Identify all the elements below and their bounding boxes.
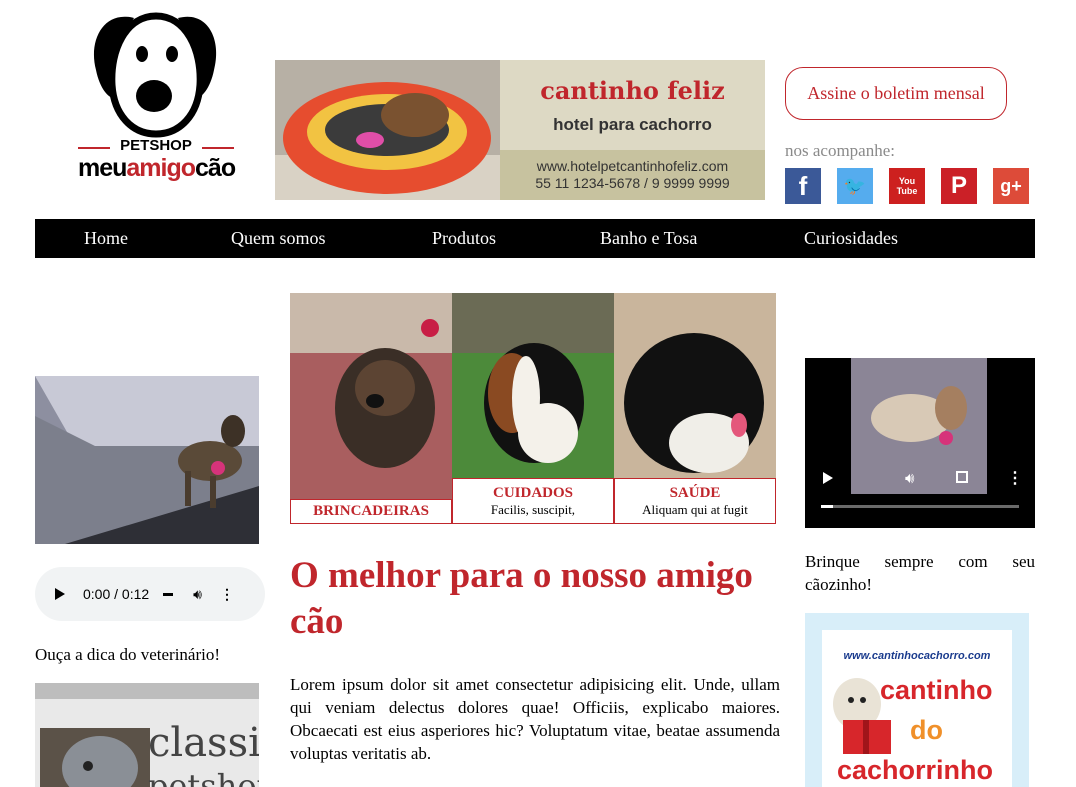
video-caption: Brinque sempre com seu cãozinho! bbox=[805, 552, 1035, 594]
dog-playing-photo bbox=[35, 376, 259, 544]
play-icon[interactable] bbox=[55, 588, 65, 600]
logo-brand-part3: cão bbox=[195, 154, 236, 182]
petshop-logo[interactable]: PETSHOP meuamigocão bbox=[76, 10, 236, 205]
video-progress-fill bbox=[821, 505, 833, 508]
pinterest-icon[interactable]: P bbox=[941, 168, 977, 204]
nav-item-curiosidades[interactable]: Curiosidades bbox=[804, 219, 898, 258]
card-cuidados[interactable]: CUIDADOS Facilis, suscipit, bbox=[452, 293, 614, 524]
twitter-icon[interactable]: 🐦 bbox=[837, 168, 873, 204]
banner-title: cantinho feliz bbox=[540, 76, 725, 105]
classic-ad-title: classic bbox=[148, 720, 259, 766]
social-links: f 🐦 You Tube P g+ bbox=[785, 168, 1029, 204]
card-snippet: Aliquam qui at fugit bbox=[642, 502, 748, 517]
logo-brand-part2: amigo bbox=[126, 154, 196, 182]
nav-item-banho-e-tosa[interactable]: Banho e Tosa bbox=[600, 219, 697, 258]
classic-ad-subtitle: petshop bbox=[148, 767, 259, 787]
ad-line1: cantinho bbox=[880, 675, 993, 705]
card-title: SAÚDE bbox=[669, 485, 721, 501]
banner-url: www.hotelpetcantinhofeliz.com bbox=[536, 158, 729, 174]
nav-item-home[interactable]: Home bbox=[84, 219, 128, 258]
card-brincadeiras[interactable]: BRINCADEIRAS bbox=[290, 293, 452, 524]
ad-url: www.cantinhocachorro.com bbox=[843, 650, 991, 662]
card-title: BRINCADEIRAS bbox=[313, 503, 429, 519]
card-caption: BRINCADEIRAS bbox=[290, 499, 452, 524]
video-more-options-icon[interactable]: ⋮ bbox=[1007, 468, 1023, 488]
banner-phone: 55 11 1234-5678 / 9 9999 9999 bbox=[535, 175, 730, 191]
logo-petshop-text: PETSHOP bbox=[120, 137, 192, 154]
logo-brand-part1: meu bbox=[78, 154, 127, 182]
audio-progress-bar[interactable] bbox=[163, 592, 174, 596]
newsletter-signup-button[interactable]: Assine o boletim mensal bbox=[785, 67, 1007, 120]
cantinho-cachorrinho-ad[interactable]: www.cantinhocachorro.com cantinho do cac… bbox=[805, 613, 1029, 787]
intro-paragraph: Lorem ipsum dolor sit amet consectetur a… bbox=[290, 675, 780, 763]
card-caption: SAÚDE Aliquam qui at fugit bbox=[614, 478, 776, 524]
main-navigation: Home Quem somos Produtos Banho e Tosa Cu… bbox=[35, 219, 1035, 258]
video-progress-bar[interactable] bbox=[821, 505, 1019, 508]
hotel-banner-ad[interactable]: cantinho feliz hotel para cachorro www.h… bbox=[275, 60, 765, 200]
banner-subtitle: hotel para cachorro bbox=[553, 115, 712, 134]
follow-us-label: nos acompanhe: bbox=[785, 141, 895, 160]
card-snippet: Facilis, suscipit, bbox=[490, 502, 576, 517]
more-options-icon[interactable]: ⋮ bbox=[220, 586, 234, 603]
logo-brand-text: meuamigocão bbox=[78, 154, 238, 183]
nav-item-quem-somos[interactable]: Quem somos bbox=[231, 219, 326, 258]
classic-petshop-ad[interactable]: classic petshop bbox=[35, 683, 259, 787]
audio-player: 0:00 / 0:12 🔊︎ ⋮ bbox=[35, 567, 265, 621]
card-caption: CUIDADOS Facilis, suscipit, bbox=[452, 478, 614, 524]
card-title: CUIDADOS bbox=[492, 485, 573, 501]
video-player[interactable]: 🔊︎ ⋮ bbox=[805, 358, 1035, 528]
feature-cards: BRINCADEIRAS CUIDADOS Facilis, suscipit,… bbox=[290, 293, 776, 524]
puppy-photo bbox=[290, 293, 452, 524]
audio-time: 0:00 / 0:12 bbox=[83, 586, 150, 602]
youtube-icon[interactable]: You Tube bbox=[889, 168, 925, 204]
ad-line3: cachorrinho bbox=[837, 755, 994, 785]
video-volume-icon[interactable]: 🔊︎ bbox=[905, 470, 914, 488]
facebook-icon[interactable]: f bbox=[785, 168, 821, 204]
video-play-icon[interactable] bbox=[823, 472, 833, 484]
card-saude[interactable]: SAÚDE Aliquam qui at fugit bbox=[614, 293, 776, 524]
google-plus-icon[interactable]: g+ bbox=[993, 168, 1029, 204]
volume-icon[interactable]: 🔊︎ bbox=[193, 586, 202, 603]
vet-tip-caption: Ouça a dica do veterinário! bbox=[35, 645, 221, 664]
fullscreen-icon[interactable] bbox=[956, 471, 968, 483]
page-headline: O melhor para o nosso amigo cão bbox=[290, 555, 753, 642]
dog-photo-thumb bbox=[40, 728, 150, 787]
nav-item-produtos[interactable]: Produtos bbox=[432, 219, 496, 258]
ad-top-bar bbox=[35, 683, 259, 699]
ad-line2: do bbox=[910, 715, 943, 745]
